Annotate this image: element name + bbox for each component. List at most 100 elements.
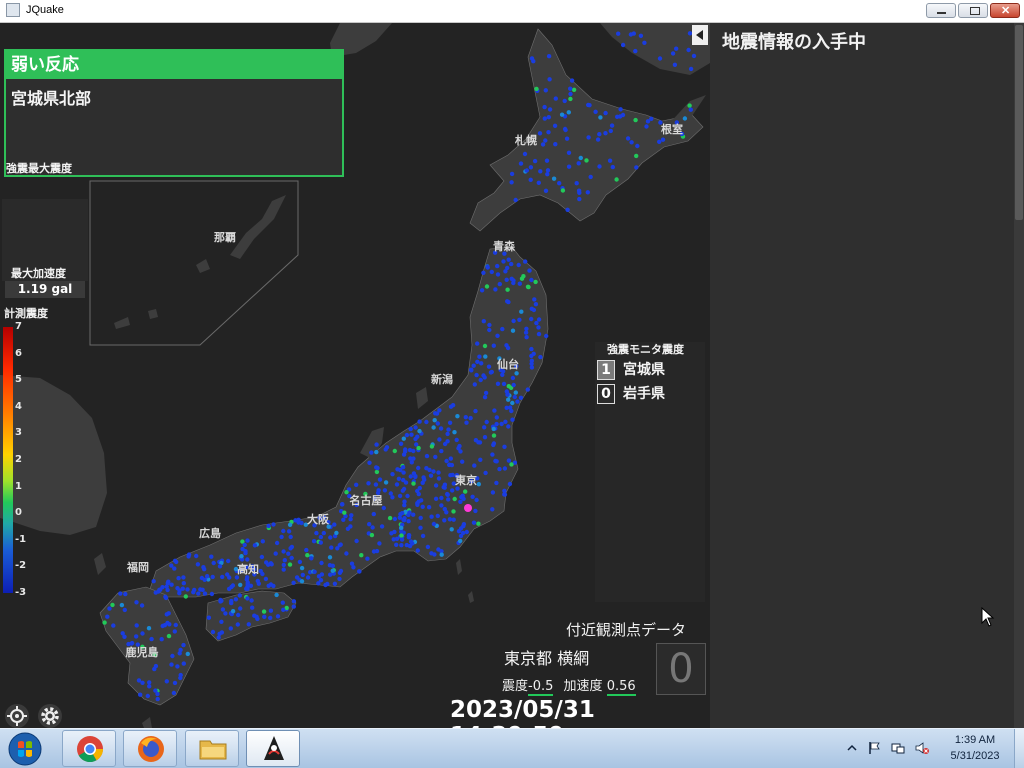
station-dot	[172, 558, 178, 563]
station-dot	[450, 488, 455, 493]
minimize-button[interactable]	[926, 3, 956, 18]
station-dot	[181, 575, 186, 580]
station-dot	[439, 503, 444, 508]
station-dot	[245, 538, 250, 543]
station-dot	[477, 440, 483, 445]
network-icon[interactable]	[891, 741, 905, 755]
volume-muted-icon[interactable]	[915, 741, 929, 755]
monitor-row: 0 岩手県	[595, 384, 705, 406]
station-dot	[259, 554, 265, 560]
station-dot	[564, 136, 570, 141]
station-dot	[281, 567, 286, 572]
station-dot	[172, 566, 177, 571]
station-dot	[205, 574, 210, 579]
taskbar-firefox[interactable]	[123, 730, 177, 767]
gear-icon[interactable]	[37, 703, 63, 728]
station-dot	[577, 196, 582, 202]
nearby-station-title: 付近観測点データ	[566, 621, 687, 639]
scrollbar-thumb[interactable]	[1015, 25, 1023, 220]
station-dot	[491, 426, 496, 432]
station-dot	[418, 515, 423, 521]
station-dot	[304, 547, 309, 553]
station-dot	[274, 592, 279, 598]
map-view[interactable]: 札幌 根室 青森 仙台 新潟 東京 名古屋 大阪 広島 高知 福岡 鹿児島 那覇 弱い反応 宮城県北部 …	[0, 23, 710, 728]
station-dot	[566, 110, 571, 115]
taskbar-jquake[interactable]	[246, 730, 300, 767]
scale-tick-label: -2	[15, 560, 27, 572]
station-dot	[314, 530, 319, 536]
start-button[interactable]	[6, 731, 44, 767]
station-dot	[529, 365, 535, 370]
station-dot	[255, 616, 260, 622]
station-dot	[633, 117, 638, 123]
station-dot	[394, 542, 399, 547]
station-dot	[493, 287, 498, 292]
station-dot	[122, 634, 127, 639]
station-dot	[227, 575, 232, 580]
station-dot	[249, 598, 254, 603]
station-dot	[206, 615, 212, 620]
station-dot	[543, 88, 548, 93]
station-dot	[504, 277, 509, 282]
station-dot	[289, 555, 294, 561]
station-dot	[172, 680, 178, 686]
station-dot	[210, 629, 216, 635]
station-dot	[528, 165, 534, 170]
station-dot	[373, 482, 379, 487]
station-dot	[246, 622, 251, 627]
station-dot	[396, 476, 402, 481]
station-dot	[578, 155, 583, 161]
station-dot	[534, 86, 539, 92]
station-dot	[268, 615, 273, 621]
station-dot	[688, 107, 693, 112]
action-center-flag-icon[interactable]	[867, 741, 881, 755]
station-dot	[238, 582, 243, 588]
station-dot	[513, 390, 518, 395]
show-desktop-button[interactable]	[1014, 729, 1024, 768]
station-dot	[359, 553, 364, 558]
taskbar-explorer[interactable]	[185, 730, 239, 767]
station-dot	[136, 678, 142, 683]
station-dot	[513, 197, 518, 203]
station-dot	[472, 463, 477, 468]
station-dot	[305, 553, 310, 558]
station-dot	[399, 537, 405, 542]
show-hidden-icons-icon[interactable]	[845, 741, 859, 755]
tray-clock-date[interactable]: 5/31/2023	[942, 750, 1008, 762]
station-dot	[194, 553, 199, 559]
station-dot	[186, 552, 192, 557]
station-dot	[159, 637, 164, 642]
station-dot	[185, 587, 190, 592]
city-label: 仙台	[497, 357, 519, 371]
intensity-value: -0.5	[528, 679, 554, 696]
close-button[interactable]: ✕	[990, 3, 1020, 18]
collapse-panel-button[interactable]	[692, 25, 708, 45]
station-dot	[421, 475, 426, 480]
station-dot	[506, 397, 511, 402]
station-dot	[348, 517, 353, 522]
station-dot	[245, 584, 250, 589]
station-dot	[437, 437, 442, 442]
station-dot	[597, 164, 602, 169]
tray-clock-time[interactable]: 1:39 AM	[946, 734, 1004, 746]
station-dot	[357, 569, 362, 574]
restore-button[interactable]	[958, 3, 988, 18]
station-dot	[491, 343, 496, 348]
crosshair-icon[interactable]	[4, 703, 30, 728]
station-dot	[268, 582, 274, 587]
station-dot	[468, 415, 473, 421]
station-dot	[525, 284, 531, 289]
station-dot	[502, 492, 507, 497]
station-dot	[408, 474, 413, 479]
panel-scrollbar[interactable]	[1014, 23, 1024, 728]
station-dot	[501, 381, 507, 387]
station-dot	[524, 168, 529, 173]
city-label: 那覇	[214, 231, 236, 244]
station-dot	[392, 448, 397, 454]
taskbar-chrome[interactable]	[62, 730, 116, 767]
station-dot	[507, 481, 513, 487]
station-dot	[547, 77, 552, 82]
station-dot	[487, 327, 492, 333]
station-dot	[588, 174, 593, 180]
window-title: JQuake	[26, 4, 64, 16]
